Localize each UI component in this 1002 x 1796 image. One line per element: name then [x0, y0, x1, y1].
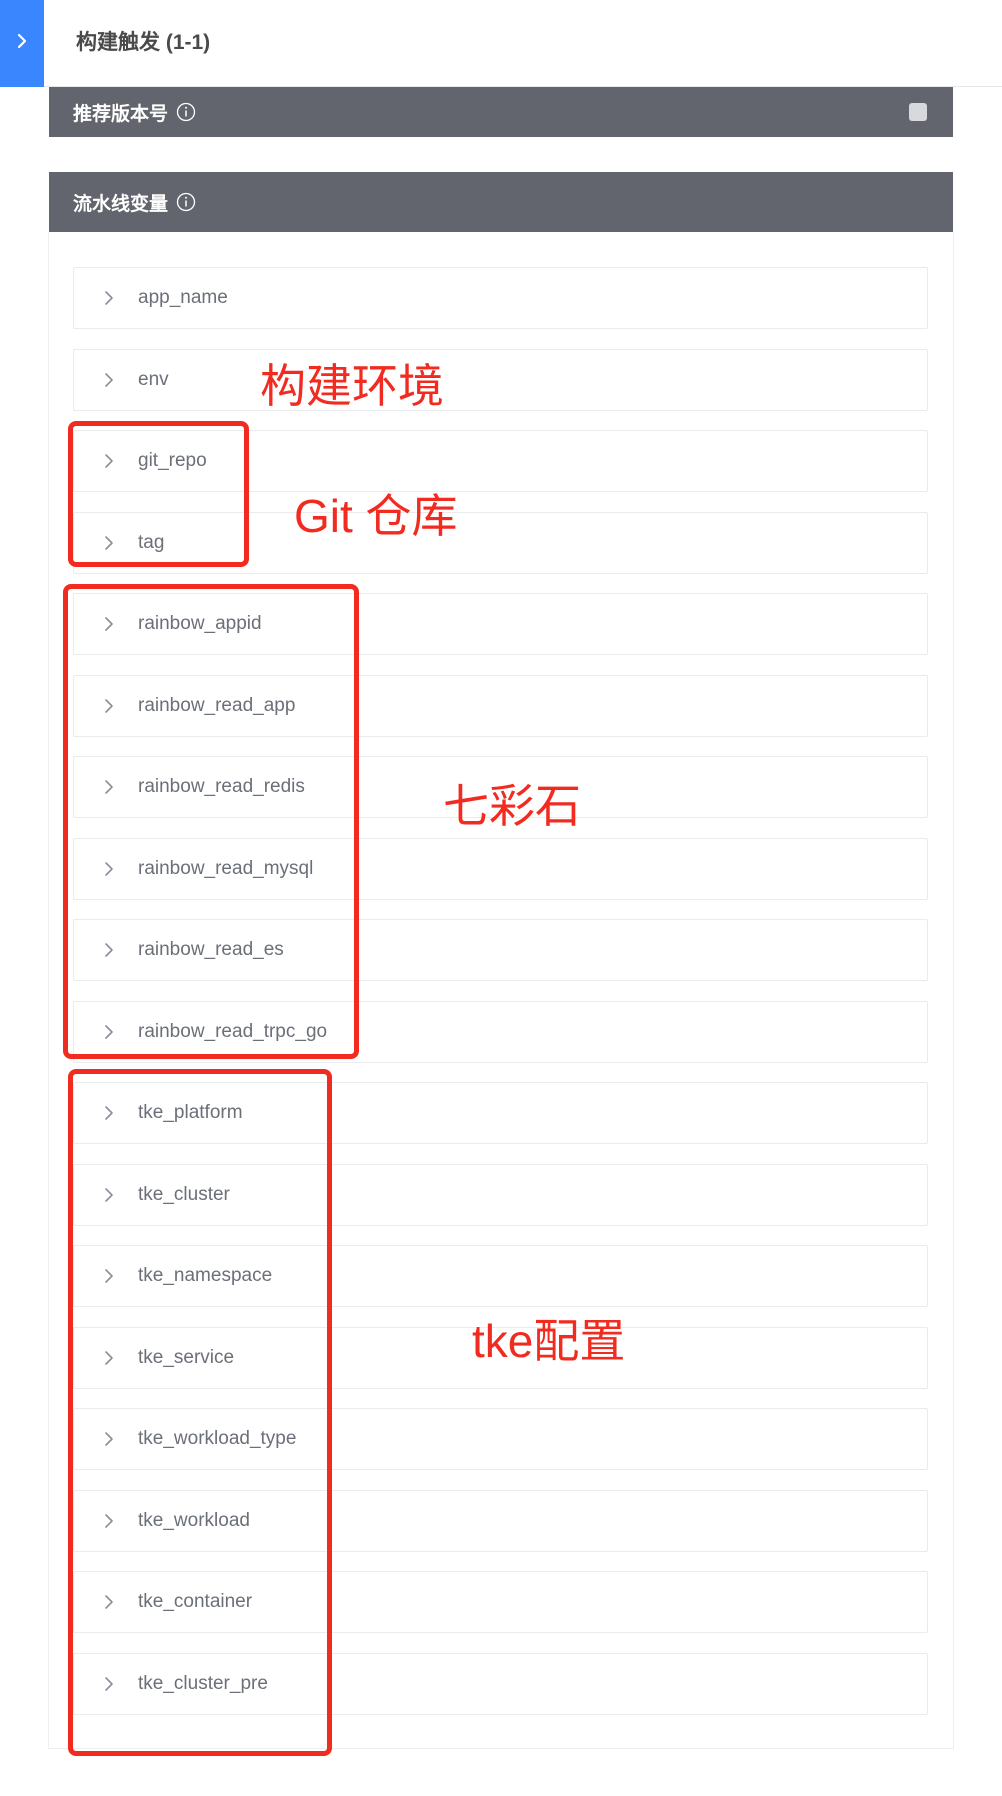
- version-section-header: 推荐版本号: [49, 87, 953, 137]
- chevron-right-icon: [102, 289, 116, 307]
- var-item-label: app_name: [138, 287, 228, 308]
- info-icon[interactable]: [176, 102, 196, 122]
- page: 构建触发 (1-1) 推荐版本号 流水线变量 app_name env git_re…: [0, 0, 1002, 1796]
- annotation-tke: tke配置: [472, 1315, 626, 1367]
- annotation-build-env: 构建环境: [260, 360, 444, 412]
- page-title: 构建触发 (1-1): [76, 31, 211, 54]
- annotation-rainbow: 七彩石: [443, 780, 581, 832]
- chevron-right-icon: [13, 32, 31, 55]
- var-item-label: env: [138, 368, 169, 390]
- vars-section-header: 流水线变量: [49, 172, 953, 232]
- annotation-box-git: [68, 421, 249, 567]
- info-icon[interactable]: [176, 192, 196, 212]
- annotation-box-tke: [68, 1069, 332, 1756]
- version-checkbox[interactable]: [909, 103, 927, 121]
- annotation-box-rainbow: [63, 584, 359, 1059]
- var-item-env[interactable]: env: [73, 348, 928, 411]
- version-section-title: 推荐版本号: [73, 103, 169, 125]
- var-item-app_name[interactable]: app_name: [73, 267, 928, 329]
- top-header: 构建触发 (1-1): [0, 0, 1002, 87]
- sidebar-toggle-button[interactable]: [0, 0, 44, 87]
- annotation-git-repo: Git 仓库: [294, 490, 458, 542]
- vars-section-title: 流水线变量: [73, 193, 169, 215]
- chevron-right-icon: [102, 371, 116, 389]
